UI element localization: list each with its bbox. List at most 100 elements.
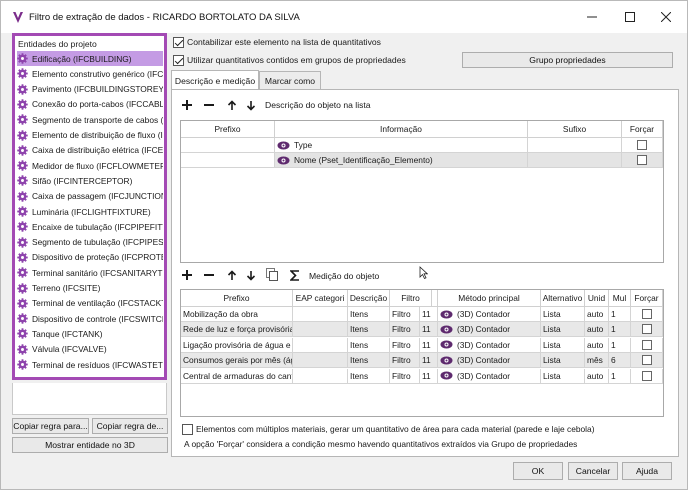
measurement-cell-filter[interactable]: Filtro [390, 307, 420, 322]
description-cell-prefix[interactable] [181, 138, 275, 153]
force-checkbox[interactable] [637, 140, 647, 150]
entity-list-item[interactable]: Medidor de fluxo (IFCFLOWMETER) [17, 158, 163, 173]
measurement-cell-prefix[interactable]: Ligação provisória de água e e [181, 337, 293, 353]
eye-icon[interactable] [440, 340, 453, 349]
use-property-groups-checkbox[interactable] [173, 55, 184, 66]
minimize-button[interactable] [573, 1, 611, 33]
measurement-cell-prefix[interactable]: Central de armaduras do cant [181, 368, 293, 384]
measurement-cell-description[interactable]: Itens [348, 322, 390, 338]
entity-list-item[interactable]: Caixa de distribuição elétrica (IFCEL [17, 143, 163, 158]
entity-list-item[interactable]: Sifão (IFCINTERCEPTOR) [17, 173, 163, 188]
measurement-cell-alternative[interactable]: Lista [541, 368, 585, 384]
measurement-cell-filter-count[interactable]: 11 [420, 353, 438, 369]
force-checkbox[interactable] [641, 355, 652, 366]
measurement-cell-method[interactable]: (3D) Contador [438, 307, 541, 322]
measurement-cell-alternative[interactable]: Lista [541, 322, 585, 338]
eye-icon[interactable] [440, 325, 453, 334]
measurement-cell-unit[interactable]: mês [585, 353, 609, 369]
count-element-checkbox[interactable] [173, 37, 184, 48]
measurement-cell-method[interactable]: (3D) Contador [438, 337, 541, 353]
property-group-button[interactable]: Grupo propriedades [462, 52, 673, 68]
remove-measurement-button[interactable] [203, 269, 215, 281]
description-cell-prefix[interactable] [181, 153, 275, 168]
entity-list-item[interactable]: Encaixe de tubulação (IFCPIPEFITTIN [17, 219, 163, 234]
entity-list-item[interactable]: Dispositivo de controle (IFCSWITCHI [17, 311, 163, 326]
measurement-cell-method[interactable]: (3D) Contador [438, 322, 541, 338]
entity-list-item[interactable]: Segmento de transporte de cabos (I [17, 112, 163, 127]
measurement-cell-filter[interactable]: Filtro [390, 353, 420, 369]
show-entity-3d-button[interactable]: Mostrar entidade no 3D [12, 437, 168, 453]
force-checkbox[interactable] [641, 309, 652, 319]
move-down-measurement-button[interactable] [245, 269, 257, 281]
entity-list-item[interactable]: Pavimento (IFCBUILDINGSTOREY) [17, 82, 163, 97]
eye-icon[interactable] [277, 156, 290, 165]
measurement-cell-prefix[interactable]: Mobilização da obra [181, 307, 293, 322]
measurement-cell-unit[interactable]: auto [585, 368, 609, 384]
copy-rule-to-button[interactable]: Copiar regra para... [12, 418, 89, 434]
measurement-cell-eap[interactable] [293, 337, 348, 353]
eye-icon[interactable] [440, 356, 453, 365]
entity-list-item[interactable]: Elemento construtivo genérico (IFCB [17, 66, 163, 81]
measurement-cell-method[interactable]: (3D) Contador [438, 353, 541, 369]
maximize-button[interactable] [611, 1, 649, 33]
measurement-cell-filter-count[interactable]: 11 [420, 337, 438, 353]
entity-list-item[interactable]: Segmento de tubulação (IFCPIPESEG [17, 235, 163, 250]
measurement-cell-method[interactable]: (3D) Contador [438, 368, 541, 384]
add-description-button[interactable] [181, 99, 193, 111]
remove-description-button[interactable] [203, 99, 215, 111]
eye-icon[interactable] [277, 141, 290, 150]
ok-button[interactable]: OK [513, 462, 563, 480]
force-checkbox[interactable] [641, 339, 652, 350]
measurement-cell-multiplier[interactable]: 1 [609, 368, 631, 384]
tab-description-measurement[interactable]: Descrição e medição [171, 70, 259, 90]
description-cell-suffix[interactable] [528, 138, 622, 153]
measurement-cell-description[interactable]: Itens [348, 307, 390, 322]
measurement-cell-filter-count[interactable]: 11 [420, 322, 438, 338]
tab-mark-as[interactable]: Marcar como [259, 71, 321, 90]
entity-list-item[interactable]: Conexão do porta-cabos (IFCCABLEC [17, 97, 163, 112]
measurement-cell-filter-count[interactable]: 11 [420, 368, 438, 384]
measurement-cell-force[interactable] [631, 353, 663, 369]
copy-rule-from-button[interactable]: Copiar regra de... [92, 418, 168, 434]
measurement-cell-multiplier[interactable]: 1 [609, 337, 631, 353]
entity-list-item[interactable]: Tanque (IFCTANK) [17, 326, 163, 341]
measurement-cell-description[interactable]: Itens [348, 368, 390, 384]
force-checkbox[interactable] [641, 324, 652, 335]
measurement-cell-eap[interactable] [293, 368, 348, 384]
measurement-cell-alternative[interactable]: Lista [541, 337, 585, 353]
entity-list-item[interactable]: Terreno (IFCSITE) [17, 281, 163, 296]
measurement-cell-filter[interactable]: Filtro [390, 368, 420, 384]
measurement-cell-alternative[interactable]: Lista [541, 353, 585, 369]
eye-icon[interactable] [440, 310, 453, 319]
sum-measurement-button[interactable] [289, 269, 301, 281]
help-button[interactable]: Ajuda [622, 462, 672, 480]
measurement-cell-unit[interactable]: auto [585, 337, 609, 353]
measurement-cell-filter[interactable]: Filtro [390, 337, 420, 353]
measurement-cell-filter-count[interactable]: 11 [420, 307, 438, 322]
add-measurement-button[interactable] [181, 269, 193, 281]
entity-list-item[interactable]: Terminal sanitário (IFCSANITARYTERI [17, 265, 163, 280]
measurement-grid[interactable]: Prefixo EAP categori Descrição Filtro Método… [180, 289, 664, 417]
force-checkbox[interactable] [637, 155, 647, 165]
measurement-cell-alternative[interactable]: Lista [541, 307, 585, 322]
measurement-cell-multiplier[interactable]: 1 [609, 307, 631, 322]
eye-icon[interactable] [440, 371, 453, 380]
measurement-cell-multiplier[interactable]: 6 [609, 353, 631, 369]
multi-material-checkbox[interactable] [182, 424, 193, 435]
move-up-measurement-button[interactable] [226, 269, 238, 281]
measurement-cell-eap[interactable] [293, 353, 348, 369]
entity-list-item[interactable]: Edificação (IFCBUILDING) [17, 51, 163, 66]
measurement-cell-description[interactable]: Itens [348, 353, 390, 369]
measurement-cell-unit[interactable]: auto [585, 307, 609, 322]
entity-list-item[interactable]: Válvula (IFCVALVE) [17, 342, 163, 357]
entity-list-item[interactable]: Dispositivo de proteção (IFCPROTEC [17, 250, 163, 265]
measurement-cell-filter[interactable]: Filtro [390, 322, 420, 338]
move-up-description-button[interactable] [226, 99, 238, 111]
measurement-cell-force[interactable] [631, 337, 663, 353]
entity-list-item[interactable]: Caixa de passagem (IFCJUNCTIONBO [17, 189, 163, 204]
measurement-cell-force[interactable] [631, 368, 663, 384]
description-cell-suffix[interactable] [528, 153, 622, 168]
description-cell-information[interactable]: Nome (Pset_Identificação_Elemento) [275, 153, 528, 168]
entity-list-item[interactable]: Terminal de resíduos (IFCWASTETERI [17, 357, 163, 372]
measurement-cell-eap[interactable] [293, 322, 348, 338]
